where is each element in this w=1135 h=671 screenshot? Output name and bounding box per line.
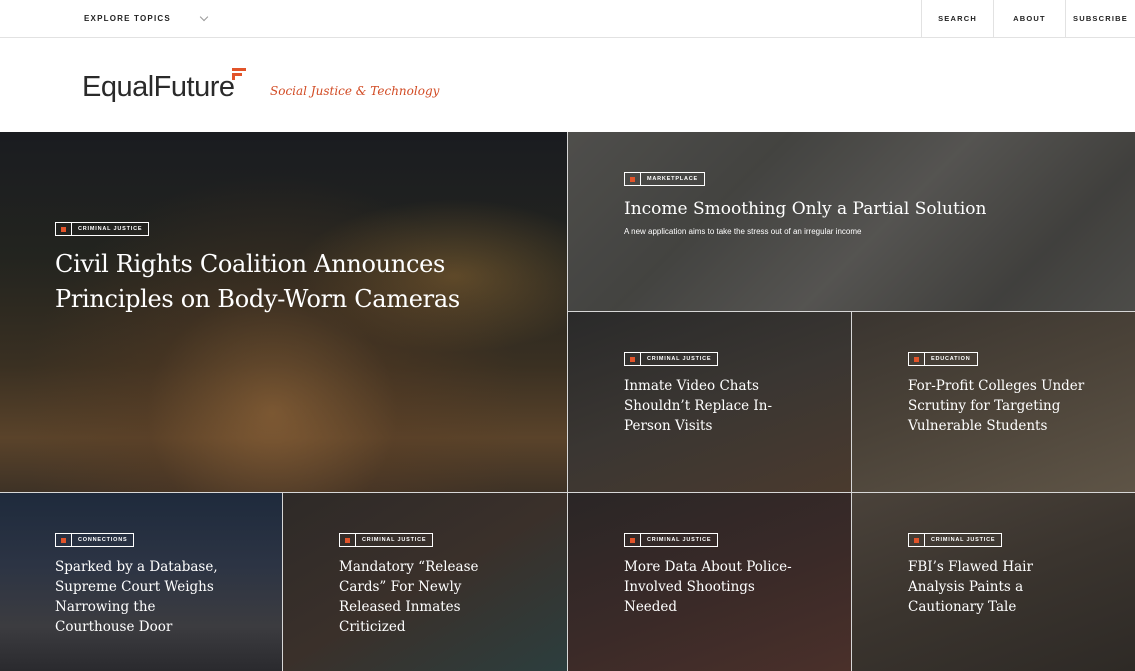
tag-icon (625, 173, 641, 185)
category-tag[interactable]: CONNECTIONS (55, 533, 135, 547)
story-title-line: Criticized (339, 619, 406, 635)
story-title-line: Narrowing the (55, 599, 156, 615)
story-title-line: Courthouse Door (55, 619, 173, 635)
story-title-line: Involved Shootings (624, 579, 755, 595)
story-title-line: Cards” For Newly (339, 579, 462, 595)
story-title-line: Vulnerable Students (908, 418, 1048, 434)
grid-divider (0, 492, 1135, 493)
story-title-line: Person Visits (624, 418, 713, 434)
about-link[interactable]: ABOUT (993, 0, 1065, 37)
gavel-icon (56, 223, 72, 235)
story-title: Income Smoothing Only a Partial Solution (624, 199, 987, 219)
story-title-line: Cautionary Tale (908, 599, 1017, 615)
story-card-wide[interactable]: MARKETPLACE Income Smoothing Only a Part… (568, 132, 1135, 311)
site-header: EqualFuture Social Justice & Technology (0, 38, 1135, 132)
story-title-line: Sparked by a Database, (55, 559, 218, 575)
story-title-line: Mandatory “Release (339, 559, 479, 575)
featured-title-line: Civil Rights Coalition Announces (55, 250, 446, 278)
category-tag[interactable]: CRIMINAL JUSTICE (624, 533, 719, 547)
story-title-line: More Data About Police- (624, 559, 792, 575)
story-title-line: Supreme Court Weighs (55, 579, 214, 595)
story-card[interactable]: CRIMINAL JUSTICE FBI’s Flawed Hair Analy… (852, 493, 1135, 671)
story-title-line: Shouldn’t Replace In- (624, 398, 773, 414)
category-tag[interactable]: CRIMINAL JUSTICE (339, 533, 434, 547)
story-card[interactable]: EDUCATION For-Profit Colleges Under Scru… (852, 312, 1135, 492)
category-tag[interactable]: MARKETPLACE (624, 172, 705, 186)
top-navigation: EXPLORE TOPICS SEARCH ABOUT SUBSCRIBE (0, 0, 1135, 38)
book-icon (909, 353, 925, 365)
explore-topics-menu[interactable]: EXPLORE TOPICS (84, 0, 209, 37)
subscribe-link[interactable]: SUBSCRIBE (1065, 0, 1135, 37)
explore-topics-label: EXPLORE TOPICS (84, 14, 171, 23)
featured-story[interactable]: CRIMINAL JUSTICE Civil Rights Coalition … (0, 132, 567, 492)
story-title-line: Analysis Paints a (908, 579, 1024, 595)
category-tag[interactable]: EDUCATION (908, 352, 978, 366)
category-tag[interactable]: CRIMINAL JUSTICE (908, 533, 1003, 547)
grid-divider (567, 132, 568, 671)
gavel-icon (909, 534, 925, 546)
gavel-icon (625, 534, 641, 546)
gavel-icon (340, 534, 356, 546)
story-subtitle: A new application aims to take the stres… (624, 227, 862, 236)
story-title-line: For-Profit Colleges Under (908, 378, 1085, 394)
story-title-line: Scrutiny for Targeting (908, 398, 1061, 414)
image-overlay (568, 132, 1135, 311)
grid-divider (282, 493, 283, 671)
site-tagline: Social Justice & Technology (270, 84, 440, 98)
nav-links: SEARCH ABOUT SUBSCRIBE (921, 0, 1135, 37)
story-card[interactable]: CRIMINAL JUSTICE Inmate Video Chats Shou… (568, 312, 851, 492)
featured-title-line: Principles on Body-Worn Cameras (55, 285, 460, 313)
story-card[interactable]: CRIMINAL JUSTICE More Data About Police-… (568, 493, 851, 671)
story-title-line: Needed (624, 599, 678, 615)
category-tag[interactable]: CRIMINAL JUSTICE (624, 352, 719, 366)
story-title-line: FBI’s Flawed Hair (908, 559, 1033, 575)
category-tag[interactable]: CRIMINAL JUSTICE (55, 222, 150, 236)
logo-flag-icon (232, 68, 246, 80)
chevron-down-icon (199, 12, 209, 21)
gavel-icon (625, 353, 641, 365)
story-card[interactable]: CONNECTIONS Sparked by a Database, Supre… (0, 493, 282, 671)
site-logo[interactable]: EqualFuture (82, 71, 235, 104)
search-link[interactable]: SEARCH (921, 0, 993, 37)
connections-icon (56, 534, 72, 546)
story-title-line: Released Inmates (339, 599, 461, 615)
story-card[interactable]: CRIMINAL JUSTICE Mandatory “Release Card… (283, 493, 567, 671)
story-title-line: Inmate Video Chats (624, 378, 759, 394)
